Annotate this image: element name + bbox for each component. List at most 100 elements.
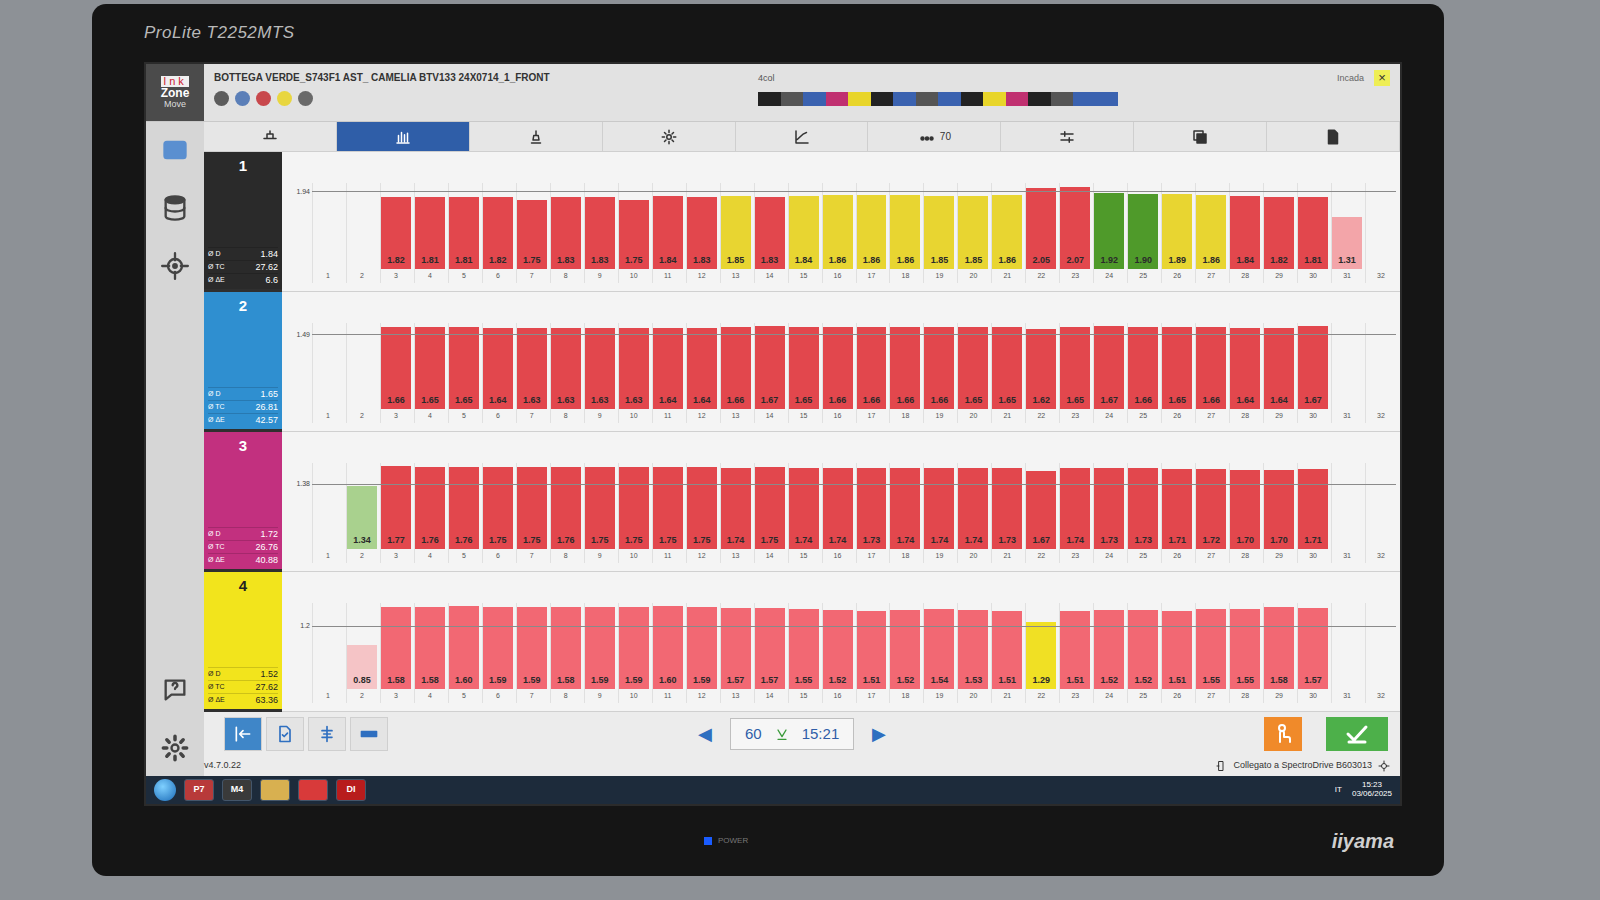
density-bar[interactable]: 1.90 xyxy=(1128,194,1158,269)
density-bar[interactable]: 1.74 xyxy=(958,468,988,549)
density-bar[interactable]: 1.65 xyxy=(958,327,988,409)
density-bar[interactable]: 1.59 xyxy=(483,607,513,689)
density-bar[interactable]: 1.66 xyxy=(1196,327,1226,409)
density-bar[interactable]: 1.75 xyxy=(619,200,649,269)
tool-button[interactable] xyxy=(350,717,388,751)
density-bar[interactable]: 1.83 xyxy=(585,197,615,269)
ink-dot[interactable] xyxy=(235,91,250,106)
density-bar[interactable]: 1.83 xyxy=(755,197,785,269)
density-bar[interactable]: 1.75 xyxy=(585,467,615,549)
density-bar[interactable]: 1.85 xyxy=(721,196,751,269)
density-bar[interactable]: 1.67 xyxy=(1094,326,1124,409)
density-bar[interactable]: 1.83 xyxy=(551,197,581,269)
tab[interactable] xyxy=(603,122,736,152)
density-bar[interactable]: 1.66 xyxy=(890,327,920,409)
density-bar[interactable]: 1.89 xyxy=(1162,194,1192,269)
help-icon[interactable] xyxy=(161,676,189,704)
density-bar[interactable]: 1.52 xyxy=(823,610,853,689)
density-bar[interactable]: 1.55 xyxy=(789,609,819,689)
accept-button[interactable] xyxy=(1326,717,1388,751)
density-bar[interactable]: 1.73 xyxy=(992,468,1022,549)
start-button[interactable] xyxy=(154,779,176,801)
tab[interactable] xyxy=(337,122,470,152)
density-bar[interactable]: 1.54 xyxy=(924,609,954,689)
density-bar[interactable]: 1.65 xyxy=(789,327,819,409)
tab[interactable]: 70 xyxy=(868,122,1001,152)
density-bar[interactable]: 1.82 xyxy=(483,197,513,269)
density-bar[interactable]: 1.59 xyxy=(585,607,615,689)
density-bar[interactable]: 1.59 xyxy=(687,607,717,689)
density-bar[interactable]: 1.81 xyxy=(415,197,445,269)
density-bar[interactable]: 1.70 xyxy=(1230,470,1260,549)
density-bar[interactable]: 1.83 xyxy=(687,197,717,269)
density-bar[interactable]: 1.63 xyxy=(585,328,615,409)
density-bar[interactable]: 1.71 xyxy=(1298,469,1328,549)
density-bar[interactable]: 1.58 xyxy=(551,607,581,689)
tab[interactable] xyxy=(1134,122,1267,152)
density-bar[interactable]: 1.86 xyxy=(823,195,853,269)
density-bar[interactable]: 1.58 xyxy=(415,607,445,689)
dropdown-icon[interactable] xyxy=(774,726,790,742)
density-bar[interactable]: 1.75 xyxy=(517,200,547,269)
clock[interactable]: 15:2303/06/2025 xyxy=(1352,781,1392,799)
density-bar[interactable]: 1.82 xyxy=(381,197,411,269)
density-bar[interactable]: 1.66 xyxy=(823,327,853,409)
density-bar[interactable]: 1.57 xyxy=(755,608,785,689)
density-bar[interactable]: 1.82 xyxy=(1264,197,1294,269)
ink-dot[interactable] xyxy=(256,91,271,106)
density-bar[interactable]: 1.74 xyxy=(789,468,819,549)
crosshair-icon[interactable] xyxy=(1378,760,1390,772)
tab[interactable] xyxy=(204,122,337,152)
density-bar[interactable]: 1.60 xyxy=(653,606,683,689)
density-bar[interactable]: 1.34 xyxy=(347,486,377,549)
density-bar[interactable]: 1.65 xyxy=(449,327,479,409)
density-bar[interactable]: 1.75 xyxy=(755,467,785,549)
density-bar[interactable]: 1.67 xyxy=(1298,326,1328,409)
density-bar[interactable]: 1.66 xyxy=(381,327,411,409)
tab[interactable] xyxy=(1001,122,1134,152)
density-bar[interactable]: 1.86 xyxy=(890,195,920,269)
density-bar[interactable]: 1.64 xyxy=(687,328,717,409)
density-bar[interactable]: 1.73 xyxy=(857,468,887,549)
density-bar[interactable]: 1.52 xyxy=(1094,610,1124,689)
density-bar[interactable]: 1.51 xyxy=(857,611,887,689)
gear-icon[interactable] xyxy=(161,734,189,762)
density-bar[interactable]: 1.63 xyxy=(619,328,649,409)
density-bar[interactable]: 1.84 xyxy=(653,196,683,269)
density-bar[interactable]: 0.85 xyxy=(347,645,377,689)
tool-button[interactable] xyxy=(224,717,262,751)
density-bar[interactable]: 1.77 xyxy=(381,466,411,549)
density-bar[interactable]: 1.75 xyxy=(653,467,683,549)
ink-unit[interactable]: 4Ø D1.52Ø TC27.62Ø ΔE63.36 xyxy=(204,572,282,712)
density-bar[interactable]: 1.75 xyxy=(619,467,649,549)
target-icon[interactable] xyxy=(161,252,189,280)
close-button[interactable]: × xyxy=(1374,70,1390,86)
density-bar[interactable]: 1.52 xyxy=(1128,610,1158,689)
density-bar[interactable]: 1.63 xyxy=(517,328,547,409)
density-bar[interactable]: 1.55 xyxy=(1196,609,1226,689)
density-bar[interactable]: 1.71 xyxy=(1162,469,1192,549)
ink-dot[interactable] xyxy=(298,91,313,106)
density-bar[interactable]: 1.67 xyxy=(755,326,785,409)
density-bar[interactable]: 1.85 xyxy=(958,196,988,269)
density-bar[interactable]: 1.64 xyxy=(1264,328,1294,409)
density-bar[interactable]: 1.86 xyxy=(1196,195,1226,269)
density-bar[interactable]: 1.64 xyxy=(653,328,683,409)
density-bar[interactable]: 1.86 xyxy=(857,195,887,269)
density-bar[interactable]: 1.66 xyxy=(1128,327,1158,409)
density-bar[interactable]: 1.63 xyxy=(551,328,581,409)
density-bar[interactable]: 1.52 xyxy=(890,610,920,689)
density-bar[interactable]: 1.84 xyxy=(789,196,819,269)
density-bar[interactable]: 1.92 xyxy=(1094,193,1124,269)
manual-button[interactable] xyxy=(1264,717,1302,751)
ink-unit[interactable]: 3Ø D1.72Ø TC26.76Ø ΔE40.88 xyxy=(204,432,282,572)
density-bar[interactable]: 1.31 xyxy=(1332,217,1362,269)
density-bar[interactable]: 1.65 xyxy=(415,327,445,409)
density-bar[interactable]: 1.66 xyxy=(721,327,751,409)
density-bar[interactable]: 1.72 xyxy=(1196,469,1226,549)
density-bar[interactable]: 1.65 xyxy=(992,327,1022,409)
density-bar[interactable]: 1.64 xyxy=(1230,328,1260,409)
language-indicator[interactable]: IT xyxy=(1335,784,1342,796)
density-bar[interactable]: 1.58 xyxy=(1264,607,1294,689)
density-bar[interactable]: 1.57 xyxy=(721,608,751,689)
